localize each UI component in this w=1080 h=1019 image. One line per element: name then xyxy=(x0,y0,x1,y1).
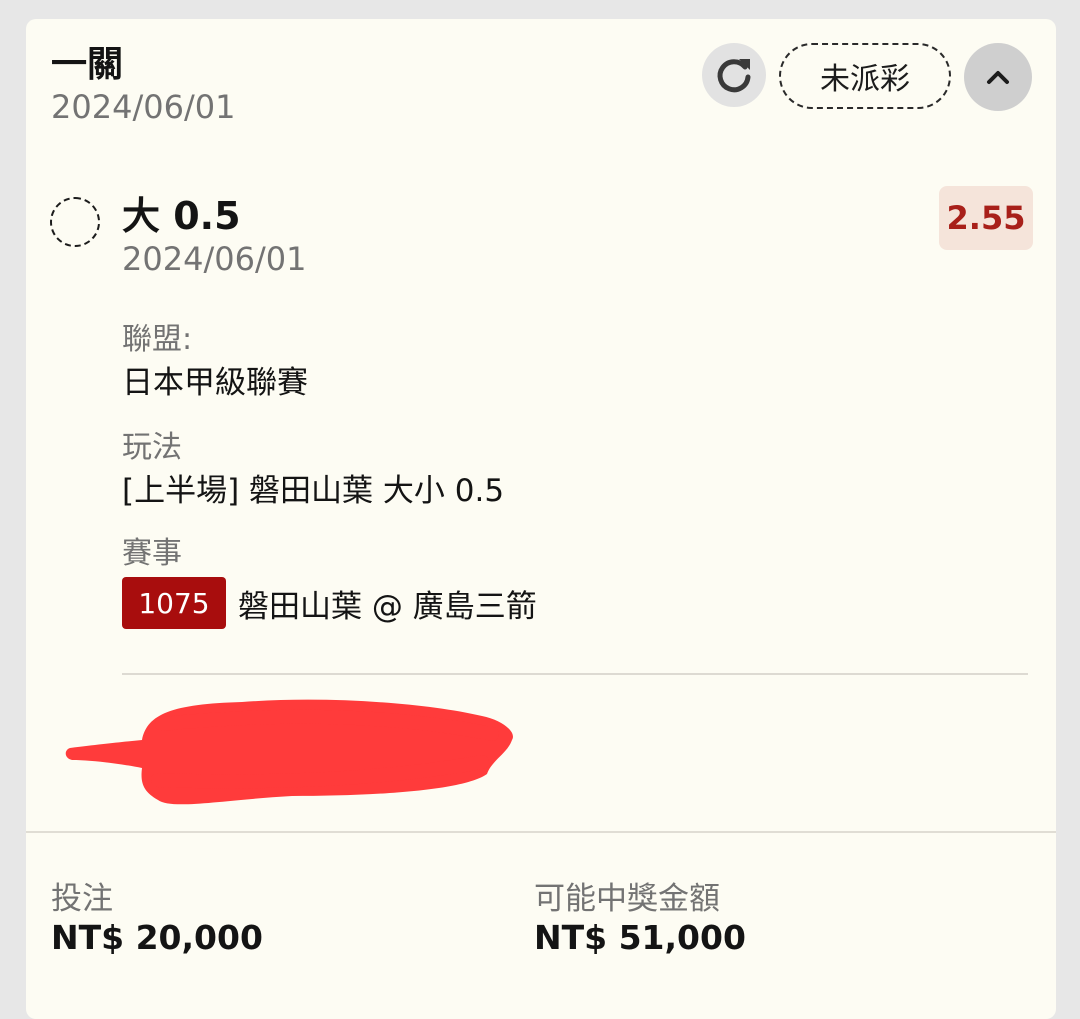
stake-value: NT$ 20,000 xyxy=(51,918,263,957)
stake-label: 投注 xyxy=(51,881,113,917)
league-value: 日本甲級聯賽 xyxy=(122,365,308,401)
redaction-scribble xyxy=(65,699,513,805)
bet-type-title: 一關 xyxy=(51,44,124,85)
play-type-value: [上半場] 磐田山葉 大小 0.5 xyxy=(122,473,505,509)
bet-date: 2024/06/01 xyxy=(51,88,236,126)
selection-name: 大 0.5 xyxy=(122,194,241,238)
summary-divider xyxy=(26,831,1056,833)
potential-payout-label: 可能中獎金額 xyxy=(534,881,720,917)
collapse-button[interactable] xyxy=(964,43,1032,111)
match-row: 1075 磐田山葉 @ 廣島三箭 xyxy=(122,577,537,629)
chevron-up-icon xyxy=(987,71,1009,84)
match-label: 賽事 xyxy=(122,536,182,571)
odds-badge: 2.55 xyxy=(939,186,1033,250)
payout-status-badge: 未派彩 xyxy=(779,43,951,109)
selection-date: 2024/06/01 xyxy=(122,240,307,278)
selection-radio[interactable] xyxy=(50,197,100,247)
potential-payout-value: NT$ 51,000 xyxy=(534,918,746,957)
match-name: 磐田山葉 @ 廣島三箭 xyxy=(238,588,537,625)
refresh-icon xyxy=(717,59,751,93)
league-label: 聯盟: xyxy=(122,322,193,357)
details-divider xyxy=(122,673,1028,675)
bet-card: 一關 2024/06/01 未派彩 大 0.5 2024/06/01 2.55 … xyxy=(26,19,1056,1019)
refresh-button[interactable] xyxy=(702,43,766,107)
match-id-badge: 1075 xyxy=(122,577,226,629)
play-type-label: 玩法 xyxy=(122,430,182,465)
